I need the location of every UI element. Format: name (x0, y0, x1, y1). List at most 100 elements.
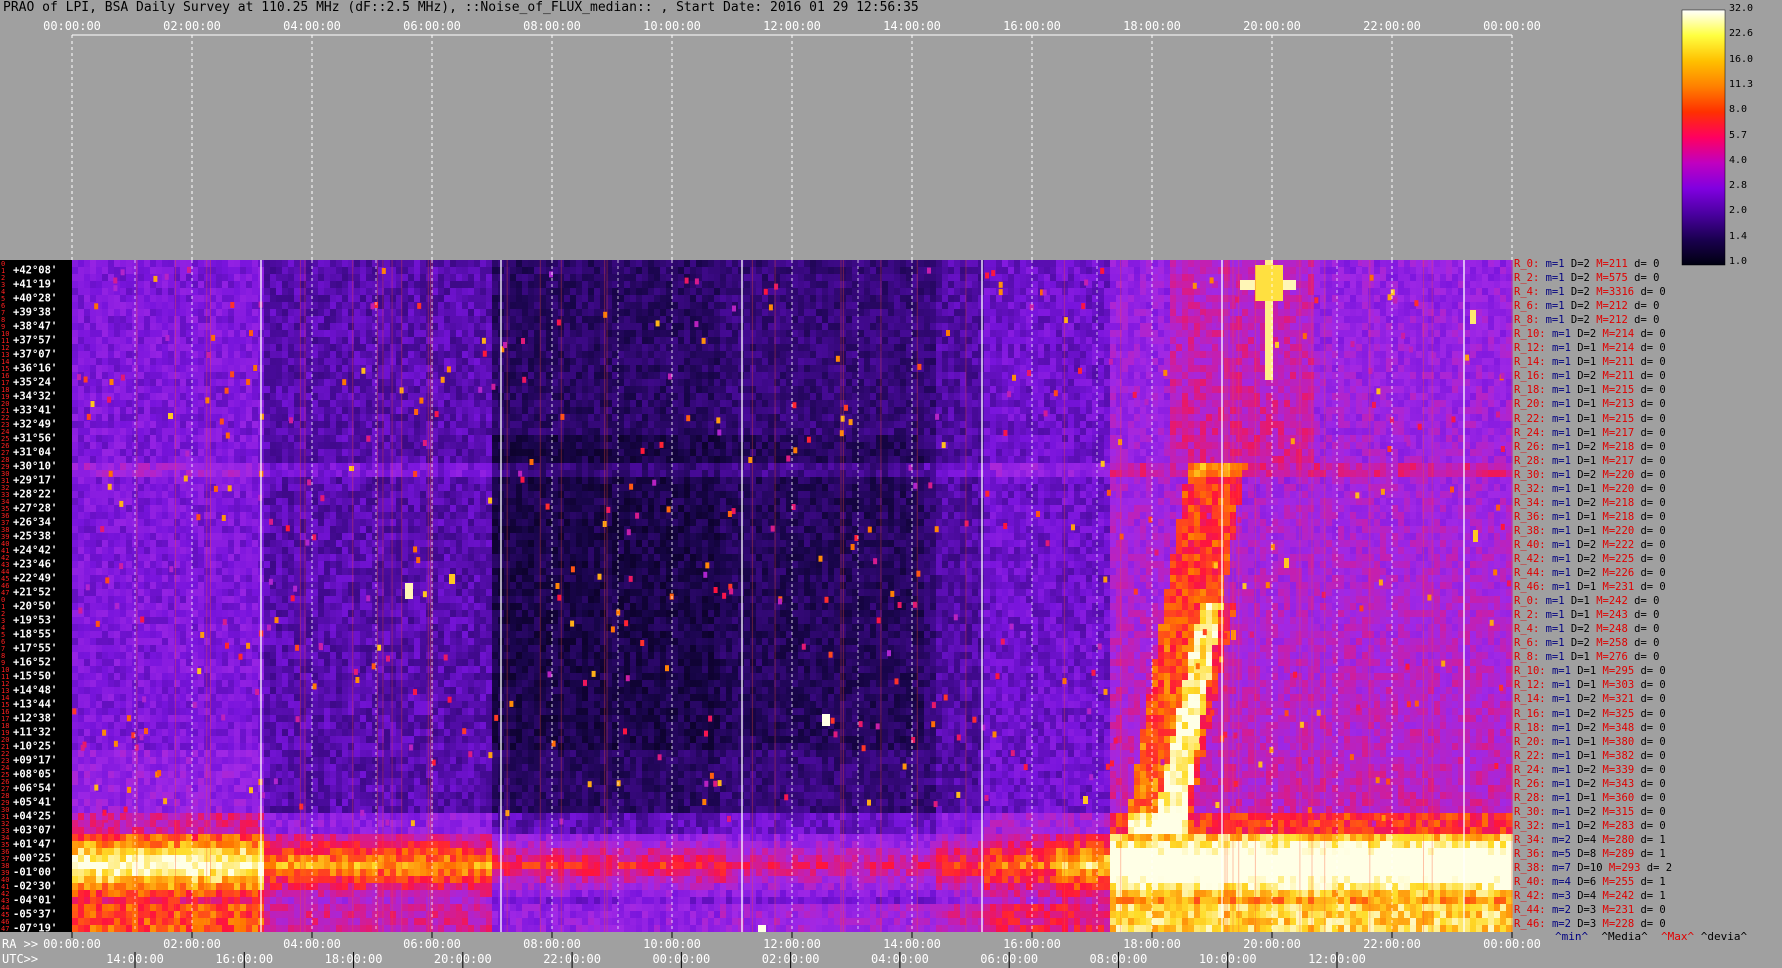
heatmap-cell (72, 302, 79, 309)
heatmap-cell (744, 260, 751, 267)
heatmap-cell (660, 330, 667, 337)
heatmap-cell (1068, 337, 1075, 344)
heatmap-cell (192, 295, 199, 302)
heatmap-cell (894, 330, 901, 337)
heatmap-cell (252, 288, 259, 295)
heatmap-cell (714, 337, 721, 344)
heatmap-cell (204, 288, 211, 295)
heatmap-cell (654, 288, 661, 295)
heatmap-cell (1302, 316, 1309, 323)
heatmap-cell (1452, 274, 1459, 281)
heatmap-cell (570, 260, 577, 267)
heatmap-cell (1044, 344, 1051, 351)
heatmap-cell (1302, 281, 1309, 288)
heatmap-cell (972, 295, 979, 302)
heatmap-cell (954, 323, 961, 330)
heatmap-cell (978, 309, 985, 316)
heatmap-cell (1116, 281, 1123, 288)
heatmap-cell (402, 274, 409, 281)
heatmap-cell (366, 337, 373, 344)
heatmap-cell (702, 288, 709, 295)
heatmap-cell (1290, 267, 1297, 274)
heatmap-cell (78, 281, 85, 288)
heatmap-cell (114, 344, 121, 351)
heatmap-cell (276, 260, 283, 267)
heatmap-cell (576, 309, 583, 316)
heatmap-cell (204, 337, 211, 344)
heatmap-cell (570, 302, 577, 309)
heatmap-cell (1290, 337, 1297, 344)
heatmap-cell (888, 309, 895, 316)
heatmap-cell (636, 309, 643, 316)
heatmap-cell (1194, 295, 1201, 302)
heatmap-cell (1410, 288, 1417, 295)
heatmap-cell (1092, 260, 1099, 267)
heatmap-cell (414, 288, 421, 295)
heatmap-cell (528, 260, 535, 267)
heatmap-cell (1332, 288, 1339, 295)
heatmap-cell (1092, 295, 1099, 302)
heatmap-cell (624, 281, 631, 288)
heatmap-cell (1050, 309, 1057, 316)
heatmap-cell (1098, 302, 1105, 309)
heatmap-cell (1398, 302, 1405, 309)
heatmap-cell (1470, 267, 1477, 274)
heatmap-cell (1002, 274, 1009, 281)
heatmap-cell (750, 323, 757, 330)
heatmap-cell (444, 267, 451, 274)
heatmap-cell (1500, 309, 1507, 316)
heatmap-cell (72, 274, 79, 281)
heatmap-cell (1110, 323, 1117, 330)
heatmap-cell (168, 267, 175, 274)
heatmap-cell (1062, 260, 1069, 267)
heatmap-cell (1128, 267, 1135, 274)
heatmap-cell (1338, 337, 1345, 344)
heatmap-cell (264, 260, 271, 267)
heatmap-cell (1434, 281, 1441, 288)
heatmap-cell (756, 260, 763, 267)
heatmap-cell (1008, 288, 1015, 295)
heatmap-cell (816, 267, 823, 274)
heatmap-cell (618, 295, 625, 302)
heatmap-cell (1098, 337, 1105, 344)
heatmap-cell (150, 302, 157, 309)
heatmap-cell (1080, 316, 1087, 323)
heatmap-cell (1020, 274, 1027, 281)
heatmap-cell (1242, 302, 1249, 309)
heatmap-cell (360, 309, 367, 316)
heatmap-cell (420, 260, 427, 267)
heatmap-cell (174, 309, 181, 316)
heatmap-cell (120, 302, 127, 309)
heatmap-cell (162, 302, 169, 309)
heatmap-cell (978, 323, 985, 330)
heatmap-cell (144, 260, 151, 267)
heatmap-cell (1422, 295, 1429, 302)
heatmap-cell (642, 330, 649, 337)
heatmap-cell (72, 344, 79, 351)
heatmap-cell (726, 344, 733, 351)
heatmap-cell (990, 330, 997, 337)
heatmap-cell (1302, 260, 1309, 267)
heatmap-cell (1092, 309, 1099, 316)
heatmap-cell (684, 316, 691, 323)
heatmap-cell (1218, 267, 1225, 274)
heatmap-cell (822, 274, 829, 281)
heatmap-cell (1218, 344, 1225, 351)
heatmap-cell (570, 274, 577, 281)
heatmap-cell (1326, 344, 1333, 351)
heatmap-cell (1236, 302, 1243, 309)
heatmap-cell (1374, 323, 1381, 330)
heatmap-cell (1398, 295, 1405, 302)
heatmap-cell (1434, 337, 1441, 344)
heatmap-cell (1428, 260, 1435, 267)
heatmap-cell (1308, 302, 1315, 309)
heatmap-cell (594, 309, 601, 316)
heatmap-cell (468, 337, 475, 344)
heatmap-cell (474, 337, 481, 344)
heatmap-cell (264, 267, 271, 274)
heatmap-cell (1062, 323, 1069, 330)
heatmap-cell (1116, 316, 1123, 323)
heatmap-cell (360, 267, 367, 274)
heatmap-cell (1176, 316, 1183, 323)
heatmap-cell (1068, 288, 1075, 295)
